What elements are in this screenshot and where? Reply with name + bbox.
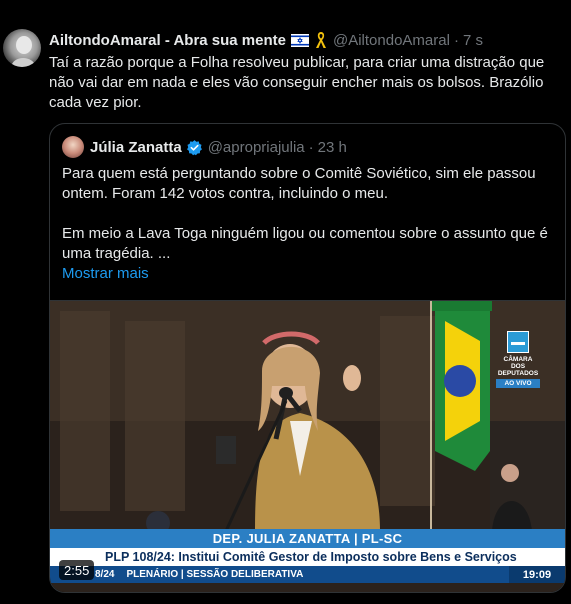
timestamp[interactable]: 7 s <box>463 32 483 49</box>
show-more-link[interactable]: Mostrar mais <box>62 264 557 284</box>
quote-avatar[interactable] <box>62 136 84 158</box>
live-badge: AO VIVO <box>496 379 540 388</box>
tweet-header: AiltondoAmaral - Abra sua mente @Ailtond… <box>49 30 483 50</box>
quote-timestamp[interactable]: 23 h <box>318 139 347 156</box>
tweet-text: Taí a razão porque a Folha resolveu publ… <box>49 54 545 111</box>
camara-logo-icon <box>507 331 529 353</box>
video-duration: 2:55 <box>59 560 95 580</box>
author-name[interactable]: AiltondoAmaral - Abra sua mente <box>49 32 286 49</box>
quote-author-handle[interactable]: @apropriajulia <box>208 139 305 156</box>
ticker-left: 8/24 <box>95 569 115 580</box>
author-handle[interactable]: @AiltondoAmaral <box>333 32 450 49</box>
broadcaster-line-2: DEPUTADOS <box>497 370 539 377</box>
quote-paragraph-2: Em meio a Lava Toga ninguém ligou ou com… <box>62 225 548 262</box>
quote-paragraph-1: Para quem está perguntando sobre o Comit… <box>62 165 536 202</box>
broadcaster-line-1: CÂMARA DOS <box>503 356 533 370</box>
video-player[interactable]: CÂMARA DOS DEPUTADOS AO VIVO DEP. JULIA … <box>50 300 565 592</box>
separator-dot: · <box>453 31 459 49</box>
avatar[interactable] <box>3 29 41 67</box>
yellow-ribbon-icon <box>314 31 328 49</box>
tweet[interactable]: AiltondoAmaral - Abra sua mente @Ailtond… <box>0 0 571 604</box>
quote-author-name[interactable]: Júlia Zanatta <box>90 139 182 156</box>
verified-badge-icon <box>186 139 203 156</box>
lower-third-name: DEP. JULIA ZANATTA | PL-SC <box>50 529 565 548</box>
broadcaster-logo: CÂMARA DOS DEPUTADOS AO VIVO <box>496 331 540 388</box>
ticker-right: PLENÁRIO | SESSÃO DELIBERATIVA <box>126 569 304 580</box>
lower-third-ticker: 8/24 PLENÁRIO | SESSÃO DELIBERATIVA 19:0… <box>50 566 565 583</box>
quoted-tweet[interactable]: Júlia Zanatta @apropriajulia · 23 h Para… <box>49 123 566 593</box>
quote-header: Júlia Zanatta @apropriajulia · 23 h <box>62 136 347 158</box>
israel-flag-icon <box>290 33 309 47</box>
separator-dot: · <box>308 138 314 156</box>
quote-text: Para quem está perguntando sobre o Comit… <box>62 164 557 284</box>
lower-third-title: PLP 108/24: Institui Comitê Gestor de Im… <box>50 548 565 566</box>
ticker-time: 19:09 <box>509 566 565 583</box>
